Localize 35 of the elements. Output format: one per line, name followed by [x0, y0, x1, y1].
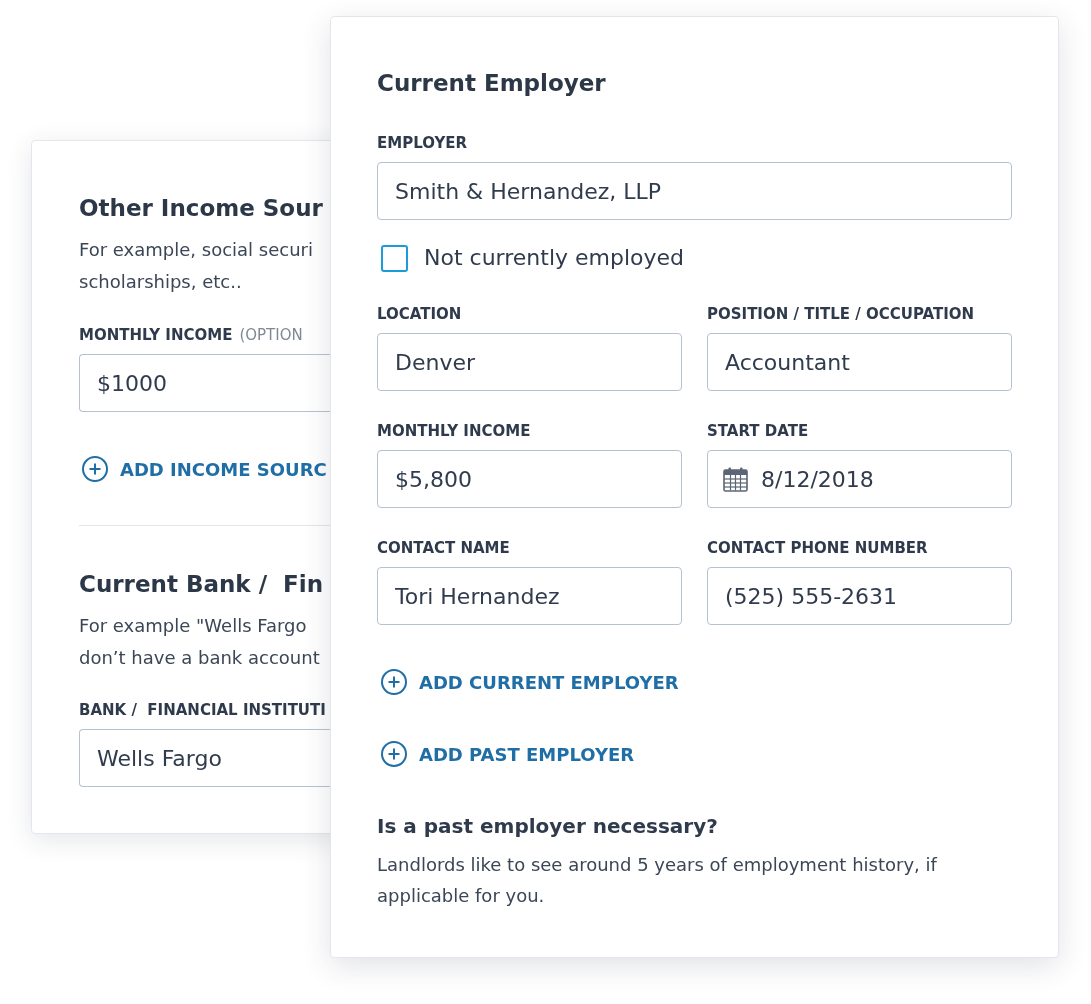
field-label: MONTHLY INCOME	[79, 325, 233, 345]
text-input[interactable]: Denver	[377, 333, 682, 391]
field-label: MONTHLY INCOME	[377, 421, 531, 441]
field-label: POSITION / TITLE / OCCUPATION	[707, 304, 975, 324]
date-field[interactable]: 8/12/2018	[707, 450, 1012, 508]
plus-circle-icon	[82, 456, 108, 482]
calendar-icon	[723, 467, 748, 492]
field-label: CONTACT NAME	[377, 538, 510, 558]
field-label: LOCATION	[377, 304, 462, 324]
checkbox-label[interactable]: Not currently employed	[424, 243, 685, 273]
field-label: EMPLOYER	[377, 133, 468, 153]
field-label: START DATE	[707, 421, 809, 441]
field-label: BANK / FINANCIAL INSTITUTI	[79, 700, 326, 720]
optional-hint: (OPTION	[239, 325, 303, 345]
add-link[interactable]: ADD PAST EMPLOYER	[381, 740, 635, 768]
checkbox[interactable]	[381, 244, 408, 272]
add-link[interactable]: ADD CURRENT EMPLOYER	[381, 668, 679, 696]
field-label: CONTACT PHONE NUMBER	[707, 538, 928, 558]
add-link[interactable]: ADD INCOME SOURC	[82, 455, 327, 483]
text-input[interactable]: Tori Hernandez	[377, 567, 682, 625]
section-heading: Current Bank / Fin	[79, 570, 325, 599]
help-text: Landlords like to see around 5 years of employment history, if applicable for you.	[377, 853, 939, 908]
plus-circle-icon	[381, 741, 407, 767]
text-input[interactable]: (525) 555-2631	[707, 567, 1012, 625]
section-description: For example "Wells Fargo don’t have a bank account	[79, 614, 321, 670]
text-input[interactable]: Accountant	[707, 333, 1012, 391]
text-input[interactable]: $5,800	[377, 450, 682, 508]
section-heading: Current Employer	[377, 69, 607, 98]
text-input[interactable]: Wells Fargo	[79, 729, 330, 787]
plus-circle-icon	[381, 669, 407, 695]
section-description: For example, social securi scholarships, etc..	[79, 238, 314, 294]
text-input[interactable]: Smith & Hernandez, LLP	[377, 162, 1012, 220]
help-heading: Is a past employer necessary?	[377, 813, 719, 840]
text-input[interactable]: $1000	[79, 354, 330, 412]
section-heading: Other Income Sour	[79, 194, 324, 223]
